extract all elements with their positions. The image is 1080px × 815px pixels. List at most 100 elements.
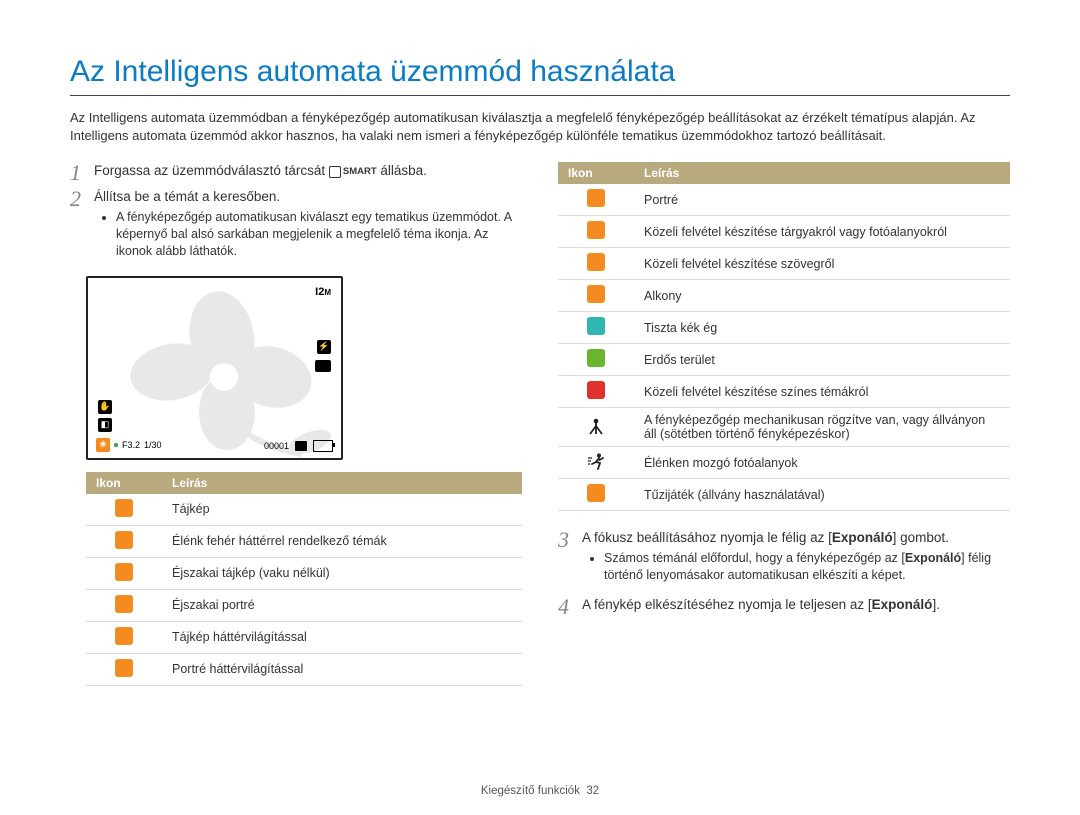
table-row: A fényképezőgép mechanikusan rögzítve va…	[558, 408, 1010, 447]
icon-cell	[86, 557, 162, 589]
step-body: Forgassa az üzemmódválasztó tárcsát SMAR…	[94, 162, 522, 181]
tripod-icon	[587, 417, 605, 435]
label-cell: Tűzijáték (állvány használatával)	[634, 479, 1010, 511]
lcd-stab-icon: ✋	[98, 400, 112, 414]
step-bullet: Számos témánál előfordul, hogy a fénykép…	[604, 550, 1010, 584]
lcd-bottom-right: 00001	[264, 440, 333, 452]
label-cell: Éjszakai tájkép (vaku nélkül)	[162, 557, 522, 589]
lcd-stab2-icon: ◧	[98, 418, 112, 432]
label-cell: Közeli felvétel készítése tárgyakról vag…	[634, 216, 1010, 248]
label-cell: Tájkép háttérvilágítással	[162, 621, 522, 653]
icon-table-right: Ikon Leírás PortréKözeli felvétel készít…	[558, 162, 1010, 511]
smart-mode-icon: SMART	[329, 165, 377, 178]
step-text-pre: A fókusz beállításához nyomja le félig a…	[582, 530, 832, 545]
icon-cell	[558, 184, 634, 216]
scene-icon	[587, 189, 605, 207]
lcd-mode-icon: ❀	[96, 438, 110, 452]
table-row: Élénken mozgó fotóalanyok	[558, 447, 1010, 479]
icon-cell	[558, 280, 634, 312]
step-text-bold: Exponáló	[832, 530, 893, 545]
step-4: 4 A fénykép elkészítéséhez nyomja le tel…	[558, 596, 1010, 618]
table-row: Éjszakai tájkép (vaku nélkül)	[86, 557, 522, 589]
step-body: A fókusz beállításához nyomja le félig a…	[582, 529, 1010, 592]
lcd-resolution-label: I2M	[315, 286, 331, 298]
step-text-post: ] gombot.	[893, 530, 949, 545]
label-cell: Közeli felvétel készítése szövegről	[634, 248, 1010, 280]
scene-icon	[115, 563, 133, 581]
icon-cell	[558, 344, 634, 376]
scene-icon	[115, 627, 133, 645]
step-number: 2	[70, 188, 94, 210]
icon-cell	[558, 248, 634, 280]
scene-icon	[587, 221, 605, 239]
step-number: 4	[558, 596, 582, 618]
table-row: Erdős terület	[558, 344, 1010, 376]
icon-cell	[86, 621, 162, 653]
page-title: Az Intelligens automata üzemmód használa…	[70, 55, 1010, 89]
th-leiras: Leírás	[634, 162, 1010, 184]
table-row: Közeli felvétel készítése tárgyakról vag…	[558, 216, 1010, 248]
step-text-post: ].	[932, 597, 940, 612]
scene-icon	[115, 531, 133, 549]
step-text: Állítsa be a témát a keresőben.	[94, 189, 280, 204]
step-2: 2 Állítsa be a témát a keresőben. A fény…	[70, 188, 522, 268]
step-body: Állítsa be a témát a keresőben. A fényké…	[94, 188, 522, 268]
label-cell: Portré háttérvilágítással	[162, 653, 522, 685]
scene-icon	[587, 285, 605, 303]
lcd-aux-icon	[315, 360, 331, 372]
label-cell: Élénk fehér háttérrel rendelkező témák	[162, 525, 522, 557]
table-row: Portré	[558, 184, 1010, 216]
icon-cell	[86, 589, 162, 621]
table-row: Élénk fehér háttérrel rendelkező témák	[86, 525, 522, 557]
table-row: Éjszakai portré	[86, 589, 522, 621]
step-text-post: állásba.	[377, 163, 427, 178]
table-row: Tűzijáték (állvány használatával)	[558, 479, 1010, 511]
label-cell: Tájkép	[162, 494, 522, 526]
icon-cell	[86, 653, 162, 685]
label-cell: Alkony	[634, 280, 1010, 312]
lcd-flash-icon: ⚡	[317, 340, 331, 354]
step-1: 1 Forgassa az üzemmódválasztó tárcsát SM…	[70, 162, 522, 184]
bullet-pre: Számos témánál előfordul, hogy a fénykép…	[604, 551, 905, 565]
step-3: 3 A fókusz beállításához nyomja le félig…	[558, 529, 1010, 592]
icon-cell	[86, 525, 162, 557]
lcd-bottom-left: ❀ F3.2 1/30	[96, 438, 162, 452]
icon-cell	[558, 479, 634, 511]
lcd-sd-icon	[295, 441, 307, 451]
label-cell: Portré	[634, 184, 1010, 216]
lcd-battery-icon	[313, 440, 333, 452]
scene-icon	[587, 253, 605, 271]
table-row: Közeli felvétel készítése szövegről	[558, 248, 1010, 280]
scene-icon	[587, 484, 605, 502]
icon-cell	[558, 408, 634, 447]
flower-icon	[112, 282, 342, 457]
motion-icon	[587, 452, 605, 470]
step-text-pre: Forgassa az üzemmódválasztó tárcsát	[94, 163, 329, 178]
icon-cell	[558, 447, 634, 479]
step-number: 3	[558, 529, 582, 551]
camera-lcd-illustration: I2M ⚡ ✋ ◧ ❀ F3.2 1/30 00001	[86, 276, 343, 460]
icon-cell	[558, 376, 634, 408]
lcd-shutter: 1/30	[144, 440, 162, 450]
step-body: A fénykép elkészítéséhez nyomja le telje…	[582, 596, 1010, 615]
bullet-bold: Exponáló	[905, 551, 961, 565]
label-cell: Közeli felvétel készítése színes témákró…	[634, 376, 1010, 408]
page-footer: Kiegészítő funkciók 32	[0, 785, 1080, 797]
scene-icon	[587, 349, 605, 367]
step-text-bold: Exponáló	[872, 597, 933, 612]
icon-cell	[558, 216, 634, 248]
table-row: Portré háttérvilágítással	[86, 653, 522, 685]
icon-cell	[86, 494, 162, 526]
footer-section: Kiegészítő funkciók	[481, 785, 580, 797]
th-ikon: Ikon	[558, 162, 634, 184]
footer-page: 32	[586, 785, 599, 797]
label-cell: Erdős terület	[634, 344, 1010, 376]
th-leiras: Leírás	[162, 472, 522, 494]
step-text-pre: A fénykép elkészítéséhez nyomja le telje…	[582, 597, 872, 612]
table-row: Tájkép	[86, 494, 522, 526]
scene-icon	[115, 659, 133, 677]
intro-paragraph: Az Intelligens automata üzemmódban a fén…	[70, 109, 1010, 144]
label-cell: Tiszta kék ég	[634, 312, 1010, 344]
title-rule	[70, 95, 1010, 96]
table-row: Alkony	[558, 280, 1010, 312]
